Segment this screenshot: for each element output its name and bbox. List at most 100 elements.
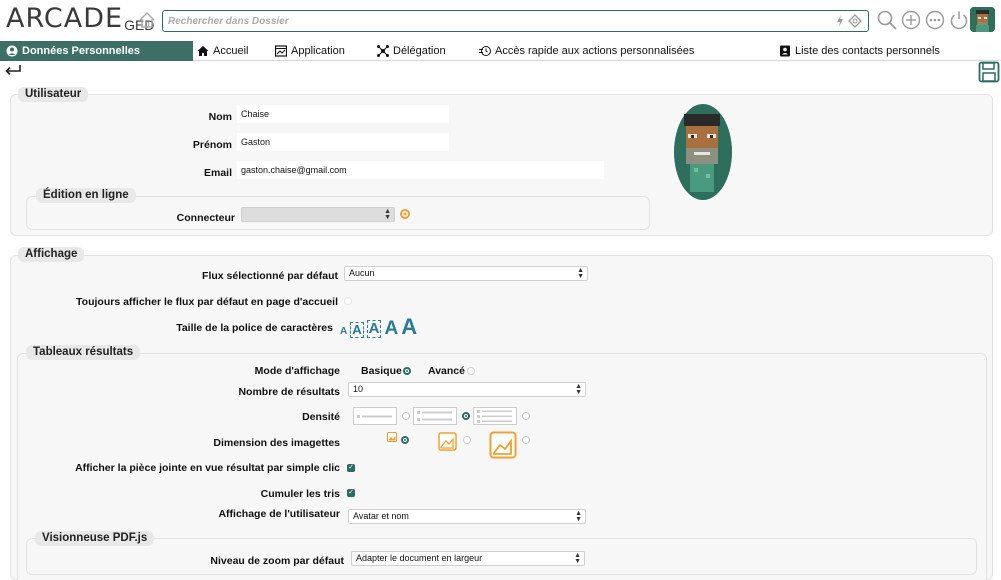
flux-label: Flux sélectionné par défaut [202, 270, 338, 282]
tab-accueil[interactable]: Accueil [197, 41, 248, 61]
font-size-xl[interactable]: A [401, 316, 417, 338]
search-tools [835, 14, 862, 28]
zoom-label: Niveau de zoom par défaut [210, 555, 344, 567]
nombre-label: Nombre de résultats [238, 386, 340, 398]
zoom-value: Adapter le document en largeur [356, 553, 483, 563]
nom-field[interactable]: Chaise [237, 105, 449, 123]
select-caret-icon: ▲ ▼ [577, 267, 584, 280]
connecteur-select[interactable]: ▲ ▼ [241, 207, 395, 222]
thumbnail-small-icon[interactable] [387, 432, 397, 442]
search-field[interactable] [162, 10, 869, 32]
tab-donnees-personnelles[interactable]: Données Personnelles [0, 41, 193, 61]
top-bar: ARCADE GED [0, 0, 1001, 40]
piece-label: Afficher la pièce jointe en vue résultat… [75, 462, 340, 474]
app-logo[interactable]: ARCADE GED [6, 4, 154, 34]
mode-basique-label: Basique [361, 365, 402, 377]
main-nav: Données Personnelles Accueil Application… [0, 41, 1001, 61]
plus-circle-icon[interactable] [900, 9, 922, 31]
dimension-label: Dimension des imagettes [213, 437, 340, 449]
tab-label: Accès rapide aux actions personnalisées [495, 45, 695, 57]
taille-label: Taille de la police de caractères [176, 322, 333, 334]
tab-contacts[interactable]: Liste des contacts personnels [779, 41, 940, 61]
search-input[interactable] [163, 11, 823, 31]
piece-checkbox[interactable]: ✓ [347, 464, 355, 472]
density-comfortable-radio[interactable] [522, 412, 530, 420]
select-caret-icon: ▲ ▼ [575, 383, 582, 396]
toujours-label: Toujours afficher le flux par défaut en … [76, 296, 338, 308]
diamond-filter-icon[interactable] [848, 14, 862, 28]
tab-acces-rapide[interactable]: Accès rapide aux actions personnalisées [479, 41, 694, 61]
thumbnail-large-radio[interactable] [522, 436, 530, 444]
mode-avance-radio[interactable] [467, 367, 475, 375]
density-compact-icon[interactable] [353, 407, 397, 425]
back-arrow-icon[interactable] [4, 64, 22, 78]
tab-label: Liste des contacts personnels [795, 45, 940, 57]
user-avatar[interactable] [970, 7, 995, 32]
section-title: Édition en ligne [36, 188, 136, 203]
mode-avance-label: Avancé [428, 365, 465, 377]
warning-gear-icon[interactable] [400, 209, 410, 219]
thumbnail-large-icon[interactable] [489, 431, 517, 459]
delegation-network-icon [377, 45, 389, 57]
user-circle-icon [6, 45, 18, 57]
cumuler-label: Cumuler les tris [260, 488, 340, 500]
zoom-select[interactable]: Adapter le document en largeur ▲ ▼ [351, 551, 585, 566]
section-title: Utilisateur [18, 87, 89, 102]
nom-label: Nom [208, 111, 232, 123]
toujours-checkbox[interactable] [344, 297, 352, 305]
select-caret-icon: ▲ ▼ [575, 510, 582, 523]
font-size-options: A A A A A [340, 314, 417, 338]
tab-label: Application [291, 45, 345, 57]
nombre-value: 10 [353, 384, 364, 394]
affichage-user-value: Avatar et nom [353, 511, 409, 521]
nombre-select[interactable]: 10 ▲ ▼ [348, 382, 586, 397]
density-normal-icon[interactable] [413, 407, 457, 425]
user-avatar-large[interactable] [672, 102, 734, 202]
power-icon[interactable] [948, 9, 970, 31]
ellipsis-circle-icon[interactable] [924, 9, 946, 31]
affichage-user-select[interactable]: Avatar et nom ▲ ▼ [348, 509, 586, 524]
flux-select[interactable]: Aucun ▲ ▼ [344, 266, 588, 281]
home-icon[interactable] [138, 11, 156, 29]
font-size-m[interactable]: A [366, 320, 382, 338]
flux-value: Aucun [349, 268, 375, 278]
densite-label: Densité [302, 411, 340, 423]
quick-access-icon [479, 46, 491, 56]
connecteur-label: Connecteur [176, 212, 235, 224]
application-icon [275, 45, 287, 57]
tab-application[interactable]: Application [275, 41, 345, 61]
section-title: Tableaux résultats [26, 345, 141, 360]
floppy-icon[interactable] [978, 61, 1000, 83]
contact-card-icon [780, 45, 790, 57]
density-comfortable-icon[interactable] [473, 407, 517, 425]
select-caret-icon: ▲ ▼ [384, 208, 391, 221]
affichage-user-label: Affichage de l'utilisateur [218, 508, 340, 520]
logo-text: ARCADE [6, 3, 124, 34]
select-caret-icon: ▲ ▼ [574, 552, 581, 565]
email-label: Email [203, 167, 232, 179]
prenom-field[interactable]: Gaston [237, 133, 449, 151]
density-normal-radio[interactable] [462, 412, 470, 420]
tab-label: Données Personnelles [22, 45, 140, 57]
section-title: Affichage [18, 247, 85, 262]
font-size-xs[interactable]: A [340, 326, 347, 338]
mode-label: Mode d'affichage [254, 365, 340, 377]
font-size-l[interactable]: A [384, 319, 398, 338]
home-filled-icon [197, 46, 209, 56]
tab-label: Délégation [393, 45, 446, 57]
thumbnail-medium-radio[interactable] [463, 436, 471, 444]
tab-label: Accueil [213, 45, 249, 57]
density-compact-radio[interactable] [402, 412, 410, 420]
lightning-icon[interactable] [835, 14, 845, 28]
section-title: Visionneuse PDF.js [35, 531, 155, 546]
email-field[interactable]: gaston.chaise@gmail.com [237, 161, 604, 179]
cumuler-checkbox[interactable]: ✓ [347, 489, 355, 497]
thumbnail-medium-icon[interactable] [438, 432, 457, 451]
magnifier-icon[interactable] [876, 9, 898, 31]
prenom-label: Prénom [192, 139, 232, 151]
mode-basique-radio[interactable] [403, 367, 411, 375]
thumbnail-small-radio[interactable] [401, 436, 409, 444]
top-actions [876, 9, 970, 31]
font-size-s[interactable]: A [350, 322, 364, 338]
tab-delegation[interactable]: Délégation [377, 41, 446, 61]
